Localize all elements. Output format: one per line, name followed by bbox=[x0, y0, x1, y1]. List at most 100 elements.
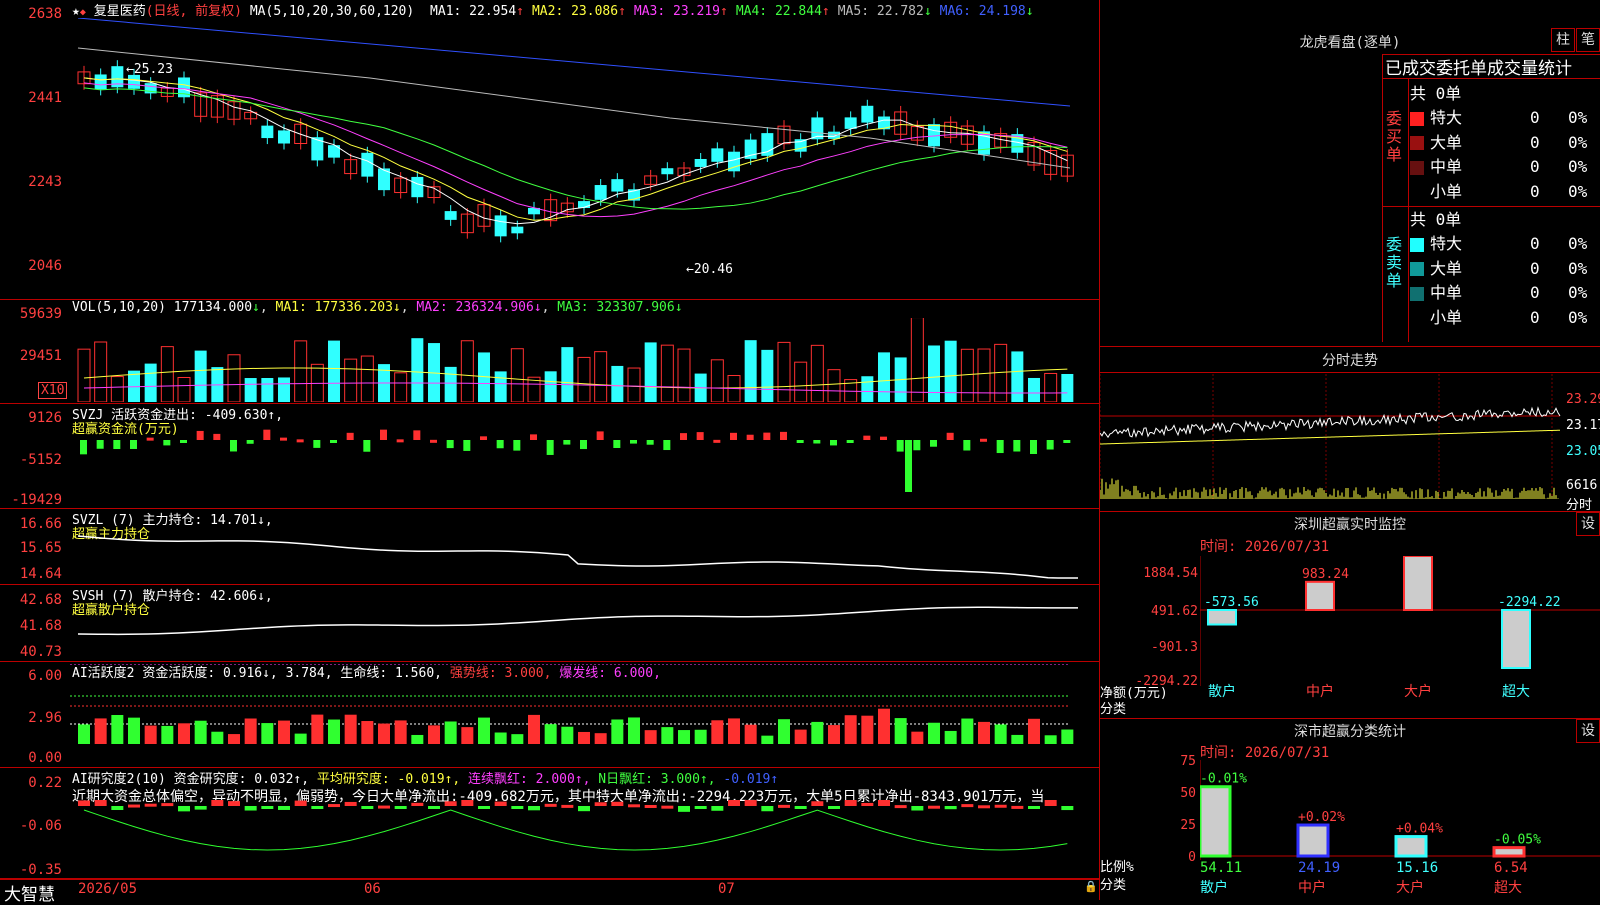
ai1-bar bbox=[678, 730, 690, 744]
monitor-value-3: -2294.22 bbox=[1498, 595, 1561, 610]
lhb-divider-1 bbox=[1382, 78, 1600, 79]
ma-values: MA1: 22.954↑ MA2: 23.086↑ MA3: 23.219↑ MA4:… bbox=[422, 4, 1034, 19]
ai2-bar bbox=[428, 806, 440, 809]
vol-bar bbox=[928, 345, 940, 402]
ai1-axis-0: 6.00 bbox=[28, 668, 62, 684]
ai1-bar bbox=[1028, 718, 1040, 744]
classify-xlabel: 分类 bbox=[1100, 878, 1127, 893]
intraday-chart[interactable] bbox=[1100, 374, 1565, 509]
ai2-bar bbox=[361, 806, 374, 809]
ai2-bar bbox=[411, 802, 424, 806]
svzj-bar bbox=[396, 439, 404, 443]
vol-bar bbox=[144, 363, 157, 402]
ai1-bar bbox=[478, 717, 490, 744]
ai1-bar bbox=[794, 729, 807, 744]
ai1-bar bbox=[978, 721, 990, 744]
svzj-bar bbox=[796, 440, 804, 443]
ai2-bar bbox=[1044, 800, 1057, 806]
ai2-bar bbox=[894, 805, 907, 809]
vol-bar bbox=[460, 340, 474, 402]
classify-title: 深市超赢分类统计 bbox=[1294, 724, 1406, 740]
lhb-sell-row-0: 特大 0 0% bbox=[1410, 230, 1587, 254]
svzj-bar bbox=[180, 440, 187, 443]
ma-value-6: MA6: 24.198↓ bbox=[939, 4, 1034, 19]
vol-bar bbox=[344, 358, 358, 402]
ai1-axis-2: 0.00 bbox=[28, 750, 62, 766]
classify-pct-1: +0.02% bbox=[1298, 810, 1345, 825]
svzj-bar bbox=[663, 440, 671, 451]
intraday-price-line bbox=[1100, 406, 1561, 439]
ai1-bar bbox=[128, 717, 140, 744]
kline-ma-line bbox=[83, 77, 1068, 225]
svzj-axis-2: -19429 bbox=[11, 492, 62, 508]
vol-bar bbox=[744, 340, 757, 402]
vol-bar bbox=[411, 338, 424, 402]
vol-bar bbox=[394, 372, 408, 402]
svzj-bar bbox=[930, 440, 937, 447]
vol-bar bbox=[677, 348, 691, 402]
vol-bar bbox=[810, 344, 824, 402]
svzj-bar bbox=[1063, 440, 1071, 443]
svzj-axis-1: -5152 bbox=[19, 452, 62, 468]
lhb-tick-button[interactable]: 笔 bbox=[1576, 28, 1600, 52]
vol-unit-badge[interactable]: X10 bbox=[38, 382, 68, 399]
ai1-bar bbox=[244, 718, 257, 744]
lhb-buy-swatch bbox=[1410, 111, 1424, 126]
ai2-bar bbox=[328, 804, 340, 808]
ai2-bar bbox=[311, 806, 324, 809]
ai2-bar bbox=[578, 806, 590, 812]
classify-axis-3: 0 bbox=[1188, 850, 1196, 865]
intraday-top-border bbox=[1099, 346, 1600, 347]
monitor-settings-button[interactable]: 设 bbox=[1576, 512, 1600, 536]
vol-bar bbox=[827, 369, 841, 402]
star-icon[interactable]: ★ bbox=[72, 4, 80, 19]
svzj-bar bbox=[113, 440, 121, 450]
ai1-bar bbox=[311, 714, 324, 744]
ai2-bar bbox=[244, 806, 257, 811]
ai2-bar bbox=[911, 806, 924, 811]
kline-candle bbox=[494, 215, 507, 237]
lhb-header: 已成交委托单成交量统计 bbox=[1385, 59, 1572, 79]
svzj-bar bbox=[1046, 440, 1054, 450]
ai2-bar bbox=[394, 806, 407, 809]
ai1-bar bbox=[411, 734, 424, 744]
svzj-bar bbox=[646, 440, 654, 445]
lhb-buy-swatch bbox=[1410, 185, 1424, 199]
kline-candle bbox=[361, 152, 374, 177]
svzj-bar bbox=[80, 440, 87, 455]
svzj-bar bbox=[630, 440, 637, 444]
ai2-bar bbox=[978, 805, 990, 809]
ai2-bar bbox=[844, 800, 857, 806]
ai1-bar bbox=[928, 722, 940, 744]
lhb-bar-button[interactable]: 柱 bbox=[1551, 28, 1575, 52]
kline-candle bbox=[511, 226, 524, 234]
ai2-bar bbox=[944, 806, 957, 810]
kline-chart[interactable] bbox=[70, 18, 1098, 298]
ai2-bar bbox=[178, 806, 190, 812]
svzl-chart bbox=[77, 535, 1078, 579]
svzj-axis-0: 9126 bbox=[28, 410, 62, 426]
svzj-bar bbox=[830, 440, 837, 446]
intraday-title: 分时走势 bbox=[1322, 353, 1378, 369]
vol-bar bbox=[94, 341, 108, 402]
svsh-chart bbox=[77, 606, 1079, 636]
vol-bar bbox=[761, 349, 774, 402]
svzj-bar bbox=[563, 440, 571, 445]
kline-ma-line bbox=[83, 77, 1068, 221]
ai2-bar bbox=[294, 800, 307, 806]
classify-ylabel: 比例% bbox=[1100, 860, 1134, 875]
ai1-bar bbox=[378, 723, 390, 744]
svzj-bar bbox=[680, 433, 687, 440]
ai2-bar bbox=[161, 803, 174, 807]
ai1-bar bbox=[494, 732, 507, 744]
lock-icon[interactable]: 🔒 bbox=[1084, 880, 1098, 893]
ai1-bar bbox=[94, 718, 107, 744]
ai1-bar bbox=[528, 714, 540, 744]
svzj-bar bbox=[846, 440, 854, 443]
menu-icon[interactable]: ◆ bbox=[80, 7, 86, 18]
vol-bar bbox=[227, 354, 241, 402]
monitor-value-1: 983.24 bbox=[1302, 567, 1349, 582]
classify-settings-button[interactable]: 设 bbox=[1576, 719, 1600, 743]
ai2-bar bbox=[78, 800, 90, 806]
svzj-bar bbox=[1030, 440, 1037, 455]
